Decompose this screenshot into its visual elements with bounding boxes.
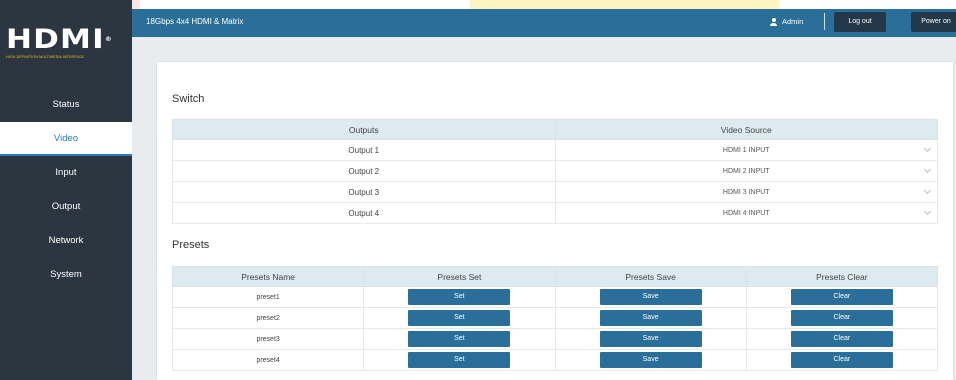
user-info: Admin	[770, 9, 803, 35]
chevron-down-icon	[923, 186, 932, 195]
set-cell: Set	[363, 349, 556, 371]
sidebar-item-network[interactable]: Network	[0, 224, 132, 258]
clear-button[interactable]: Clear	[790, 310, 893, 326]
sidebar-item-output[interactable]: Output	[0, 190, 132, 224]
save-button[interactable]: Save	[599, 352, 702, 368]
column-header-presets-save: Presets Save	[554, 266, 747, 287]
user-icon	[770, 18, 777, 26]
logout-button[interactable]: Log out	[834, 12, 886, 32]
save-button[interactable]: Save	[599, 289, 702, 305]
output-name: Output 1	[172, 139, 556, 161]
table-row: Output 4 HDMI 4 INPUT	[172, 202, 938, 224]
video-source-value: HDMI 3 INPUT	[722, 188, 770, 196]
chevron-down-icon	[923, 207, 932, 216]
set-cell: Set	[363, 307, 556, 329]
save-cell: Save	[554, 349, 747, 371]
logo-tagline: HIGH-DEFINITION MULTIMEDIA INTERFACE	[6, 55, 85, 59]
username: Admin	[782, 17, 804, 26]
output-name: Output 3	[172, 181, 556, 203]
table-row: preset1 Set Save Clear	[171, 286, 939, 308]
video-source-select[interactable]: HDMI 2 INPUT	[554, 160, 938, 182]
presets-title: Presets	[172, 239, 210, 251]
column-header-presets-set: Presets Set	[363, 266, 556, 287]
hdmi-logo: HDMI® HIGH-DEFINITION MULTIMEDIA INTERFA…	[6, 26, 128, 64]
presets-table: Presets Name Presets Set Presets Save Pr…	[171, 266, 939, 371]
yellow-strip	[470, 0, 780, 9]
clear-cell: Clear	[745, 286, 939, 308]
switch-header-row: Outputs Video Source	[172, 119, 938, 140]
video-source-select[interactable]: HDMI 4 INPUT	[554, 202, 938, 224]
column-header-video-source: Video Source	[554, 119, 938, 140]
main-card: Switch Outputs Video Source Output 1 HDM…	[157, 62, 953, 380]
preset-name: preset2	[171, 307, 365, 329]
sidebar-item-system[interactable]: System	[0, 258, 132, 292]
video-source-select[interactable]: HDMI 3 INPUT	[554, 181, 938, 203]
sidebar-item-input[interactable]: Input	[0, 156, 132, 190]
save-cell: Save	[554, 286, 747, 308]
sidebar-item-video[interactable]: Video	[0, 122, 132, 156]
set-button[interactable]: Set	[408, 310, 511, 326]
save-button[interactable]: Save	[599, 331, 702, 347]
video-source-value: HDMI 2 INPUT	[722, 167, 770, 175]
chevron-down-icon	[923, 165, 932, 174]
sidebar-item-status[interactable]: Status	[0, 88, 132, 122]
clear-cell: Clear	[745, 349, 939, 371]
save-cell: Save	[554, 307, 747, 329]
video-source-value: HDMI 4 INPUT	[722, 209, 770, 217]
video-source-value: HDMI 1 INPUT	[722, 146, 770, 154]
save-cell: Save	[554, 328, 747, 350]
preset-name: preset3	[171, 328, 365, 350]
table-row: Output 3 HDMI 3 INPUT	[172, 181, 938, 203]
top-bar: 18Gbps 4x4 HDMI & Matrix Admin Log out P…	[132, 9, 956, 37]
set-cell: Set	[363, 328, 556, 350]
switch-title: Switch	[172, 93, 205, 105]
sidebar-nav: Status Video Input Output Network System	[0, 88, 132, 292]
switch-table: Outputs Video Source Output 1 HDMI 1 INP…	[172, 119, 938, 224]
column-header-outputs: Outputs	[172, 119, 556, 140]
preset-name: preset1	[171, 286, 365, 308]
output-name: Output 4	[172, 202, 556, 224]
table-row: preset3 Set Save Clear	[171, 328, 939, 350]
top-decorative-strip	[0, 0, 956, 9]
table-row: preset4 Set Save Clear	[171, 349, 939, 371]
sidebar: HDMI® HIGH-DEFINITION MULTIMEDIA INTERFA…	[0, 0, 132, 380]
clear-cell: Clear	[745, 328, 939, 350]
clear-button[interactable]: Clear	[790, 289, 893, 305]
set-button[interactable]: Set	[408, 331, 511, 347]
preset-name: preset4	[171, 349, 365, 371]
set-cell: Set	[363, 286, 556, 308]
clear-button[interactable]: Clear	[790, 331, 893, 347]
app-root: HDMI® HIGH-DEFINITION MULTIMEDIA INTERFA…	[0, 0, 956, 380]
column-header-presets-name: Presets Name	[171, 266, 365, 287]
save-button[interactable]: Save	[599, 310, 702, 326]
set-button[interactable]: Set	[408, 352, 511, 368]
output-name: Output 2	[172, 160, 556, 182]
column-header-presets-clear: Presets Clear	[745, 266, 939, 287]
video-source-select[interactable]: HDMI 1 INPUT	[554, 139, 938, 161]
power-button[interactable]: Power on	[911, 12, 956, 32]
header-divider	[824, 13, 825, 30]
table-row: Output 1 HDMI 1 INPUT	[172, 139, 938, 161]
logo-word: HDMI®	[6, 24, 113, 55]
clear-cell: Clear	[745, 307, 939, 329]
presets-header-row: Presets Name Presets Set Presets Save Pr…	[171, 266, 939, 287]
clear-button[interactable]: Clear	[790, 352, 893, 368]
chevron-down-icon	[923, 144, 932, 153]
table-row: Output 2 HDMI 2 INPUT	[172, 160, 938, 182]
set-button[interactable]: Set	[408, 289, 511, 305]
page-title: 18Gbps 4x4 HDMI & Matrix	[146, 17, 244, 26]
table-row: preset2 Set Save Clear	[171, 307, 939, 329]
